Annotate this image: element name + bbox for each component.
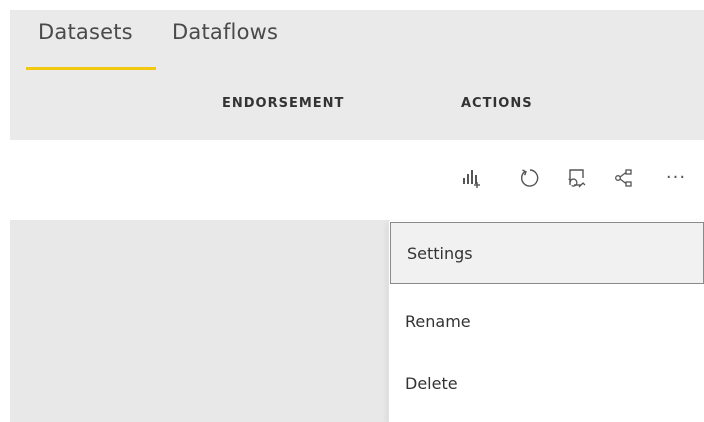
active-tab-indicator: [26, 67, 156, 70]
content-header: Datasets Dataflows ENDORSEMENT ACTIONS: [10, 10, 704, 140]
tab-dataflows[interactable]: Dataflows: [172, 20, 278, 44]
refresh-icon[interactable]: [518, 166, 542, 190]
menu-item-label: Delete: [405, 373, 458, 393]
context-menu: Settings Rename Delete: [388, 221, 704, 422]
more-options-glyph: ···: [665, 167, 687, 188]
workspace-page: Datasets Dataflows ENDORSEMENT ACTIONS ·…: [0, 0, 704, 422]
more-options-icon[interactable]: ···: [664, 166, 688, 190]
share-icon[interactable]: [612, 166, 636, 190]
menu-item-settings[interactable]: Settings: [390, 222, 704, 284]
menu-item-delete[interactable]: Delete: [389, 351, 704, 415]
analyze-in-excel-icon[interactable]: [460, 166, 484, 190]
menu-item-label: Settings: [407, 243, 473, 263]
column-header-actions: ACTIONS: [461, 96, 533, 111]
dataset-row-area: [10, 220, 390, 422]
column-header-endorsement[interactable]: ENDORSEMENT: [222, 96, 344, 111]
schedule-refresh-icon[interactable]: [564, 166, 588, 190]
menu-item-label: Rename: [405, 311, 471, 331]
tab-datasets[interactable]: Datasets: [38, 20, 133, 44]
menu-item-rename[interactable]: Rename: [389, 289, 704, 353]
